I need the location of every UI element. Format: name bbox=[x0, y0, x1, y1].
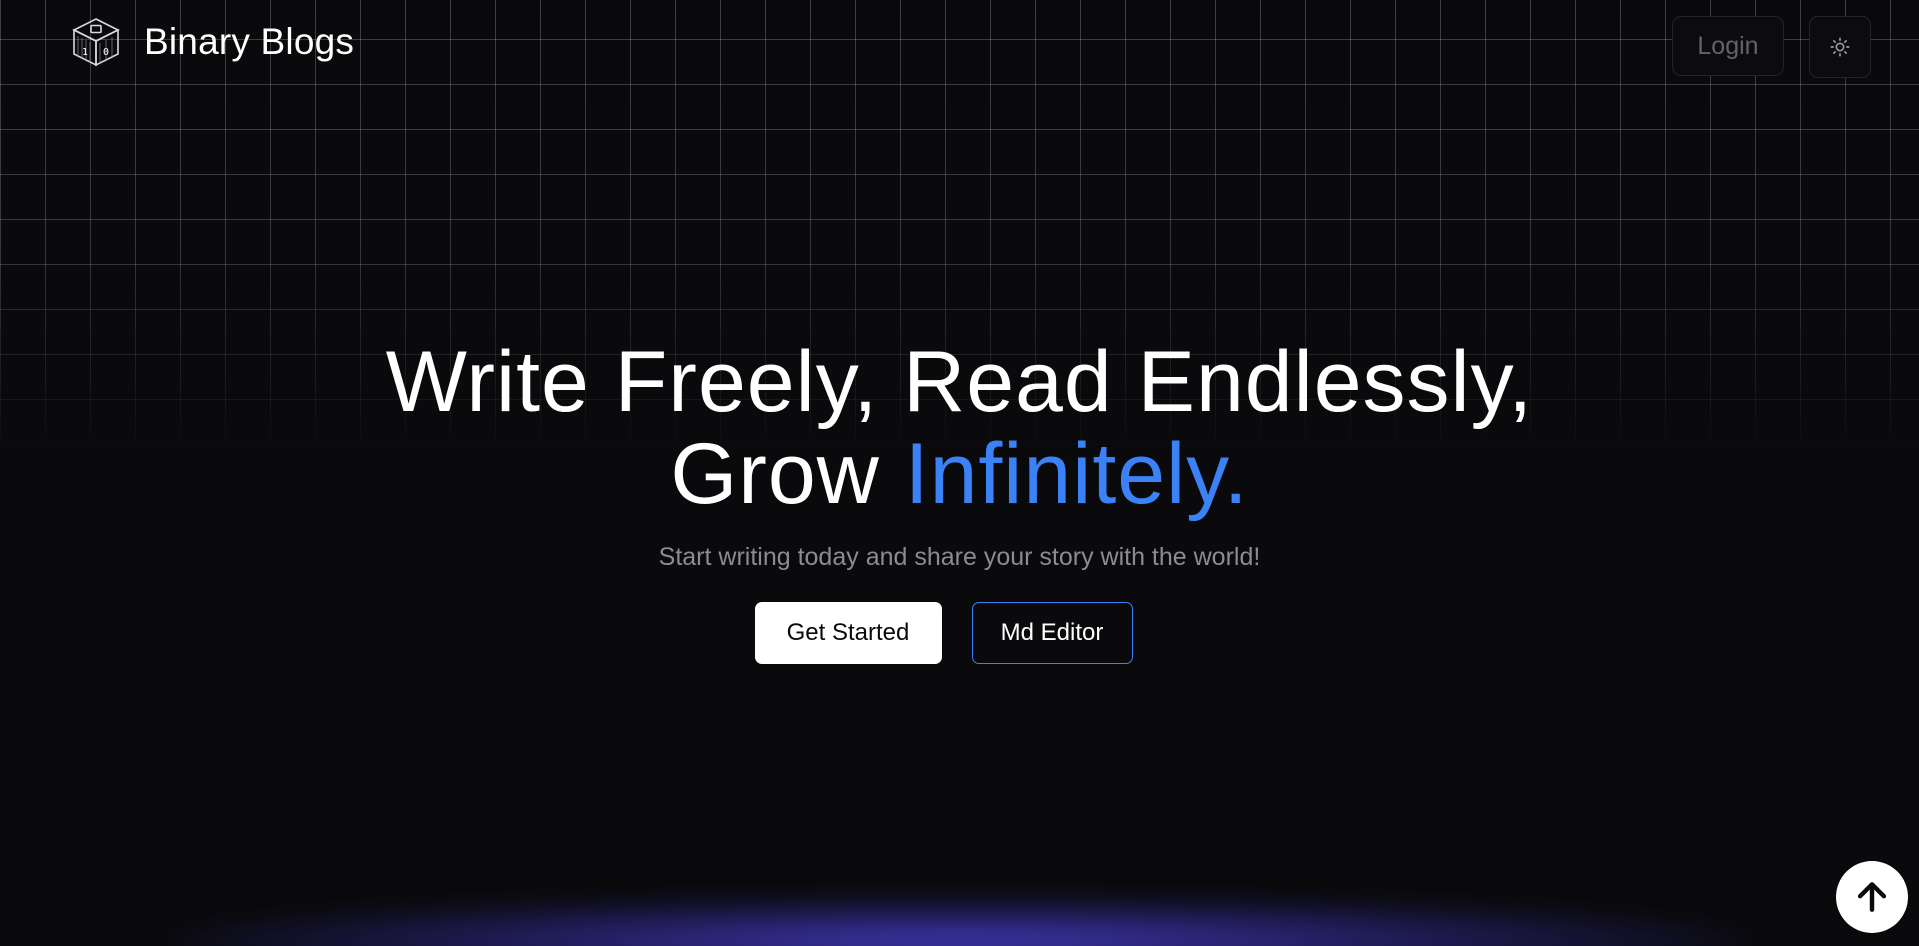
hero-section: Write Freely, Read Endlessly, Grow Infin… bbox=[0, 336, 1919, 572]
hero-title-line2-prefix: Grow bbox=[670, 426, 905, 522]
get-started-button[interactable]: Get Started bbox=[754, 602, 942, 664]
hero-title: Write Freely, Read Endlessly, Grow Infin… bbox=[0, 336, 1919, 520]
scroll-to-top-button[interactable] bbox=[1836, 861, 1908, 933]
arrow-up-icon bbox=[1857, 882, 1887, 912]
binary-cube-icon: 1 0 bbox=[72, 18, 120, 67]
bottom-glow bbox=[170, 896, 1750, 946]
hero-subtitle: Start writing today and share your story… bbox=[658, 543, 1261, 571]
sun-icon bbox=[1830, 37, 1850, 57]
login-button[interactable]: Login bbox=[1672, 16, 1784, 76]
hero-title-line1: Write Freely, Read Endlessly, bbox=[385, 334, 1534, 430]
hero-title-accent: Infinitely. bbox=[904, 426, 1249, 522]
svg-text:0: 0 bbox=[103, 47, 109, 58]
top-navbar: 1 0 Binary Blogs Login bbox=[0, 0, 1919, 90]
theme-toggle-button[interactable] bbox=[1809, 16, 1871, 78]
md-editor-button[interactable]: Md Editor bbox=[971, 602, 1133, 664]
landing-page: 1 0 Binary Blogs Login Write Freely, Rea… bbox=[0, 0, 1919, 946]
brand-name: Binary Blogs bbox=[144, 21, 355, 62]
cta-buttons: Get Started Md Editor bbox=[0, 602, 1919, 664]
svg-text:1: 1 bbox=[82, 47, 88, 58]
brand-logo-link[interactable]: 1 0 Binary Blogs bbox=[70, 16, 354, 68]
